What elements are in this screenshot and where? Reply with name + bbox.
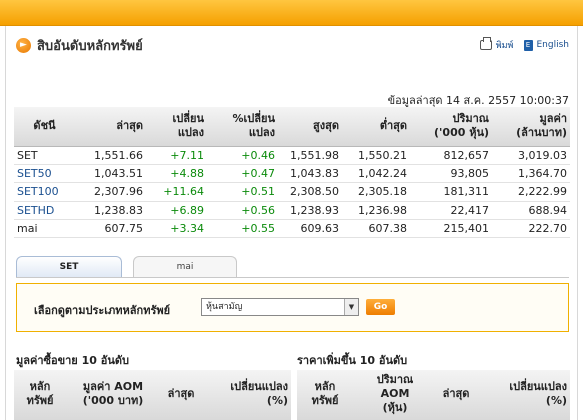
col-header-aom-value: มูลค่า AOM ('000 บาท) xyxy=(82,380,144,407)
security-type-filter: เลือกดูตามประเภทหลักทรัพย์ หุ้นสามัญ ▼ G… xyxy=(16,283,569,332)
cell-low: 2,305.18 xyxy=(342,182,410,202)
cell-pct-change: +0.46 xyxy=(207,146,278,165)
col-header-change-pct: เปลี่ยนแปลง (%) xyxy=(230,380,288,407)
security-type-select[interactable]: หุ้นสามัญ ▼ xyxy=(201,298,359,316)
col-header-index: ดัชนี xyxy=(14,107,75,147)
cell-low: 1,042.24 xyxy=(342,164,410,184)
tab-mai[interactable]: mai xyxy=(133,256,237,278)
cell-pct-change: +0.47 xyxy=(207,164,278,184)
col-header-value: มูลค่า (ล้านบาท) xyxy=(492,107,570,147)
index-table-header: ดัชนี ล่าสุด เปลี่ยน แปลง %เปลี่ยน แปลง สู… xyxy=(14,107,570,147)
english-book-icon[interactable]: E xyxy=(523,39,533,51)
cell-last: 2,307.96 xyxy=(75,182,146,202)
cell-last: 1,043.51 xyxy=(75,164,146,184)
cell-high: 1,043.83 xyxy=(278,164,342,184)
table-row: mai 607.75 +3.34 +0.55 609.63 607.38 215… xyxy=(14,219,570,239)
top-value-table-header: หลัก ทรัพย์ มูลค่า AOM ('000 บาท) ล่าสุด เ… xyxy=(14,370,291,420)
col-header-aom-volume: ปริมาณ AOM (หุ้น) xyxy=(376,373,414,414)
top-gainers-table-header: หลัก ทรัพย์ ปริมาณ AOM (หุ้น) ล่าสุด เปลี่ย… xyxy=(297,370,570,420)
cell-value: 222.70 xyxy=(492,219,570,239)
cell-change: +3.34 xyxy=(146,219,207,239)
cell-volume: 215,401 xyxy=(410,219,492,239)
cell-change: +7.11 xyxy=(146,146,207,165)
col-header-pct-change: %เปลี่ยน แปลง xyxy=(207,107,278,147)
table-row: SETHD 1,238.83 +6.89 +0.56 1,238.93 1,23… xyxy=(14,201,570,221)
col-header-last: ล่าสุด xyxy=(167,387,195,400)
arrow-right-icon: ► xyxy=(16,37,31,53)
cell-high: 1,238.93 xyxy=(278,201,342,221)
print-link[interactable]: พิมพ์ xyxy=(496,38,514,52)
tab-divider xyxy=(16,277,569,278)
tab-set[interactable]: SET xyxy=(16,256,122,278)
cell-low: 607.38 xyxy=(342,219,410,239)
cell-change: +11.64 xyxy=(146,182,207,202)
cell-pct-change: +0.56 xyxy=(207,201,278,221)
table-row: SET50 1,043.51 +4.88 +0.47 1,043.83 1,04… xyxy=(14,164,570,184)
go-button[interactable]: Go xyxy=(366,299,395,315)
cell-value: 3,019.03 xyxy=(492,146,570,165)
cell-pct-change: +0.55 xyxy=(207,219,278,239)
index-name-link[interactable]: SET50 xyxy=(14,164,75,184)
col-header-change-pct: เปลี่ยนแปลง (%) xyxy=(509,380,567,407)
col-header-volume: ปริมาณ ('000 หุ้น) xyxy=(410,107,492,147)
col-header-security: หลัก ทรัพย์ xyxy=(311,380,339,407)
cell-high: 609.63 xyxy=(278,219,342,239)
cell-last: 1,238.83 xyxy=(75,201,146,221)
page-header: ► สิบอันดับหลักทรัพย์ xyxy=(16,34,143,56)
printer-icon[interactable] xyxy=(479,37,492,50)
cell-value: 688.94 xyxy=(492,201,570,221)
page-tools: พิมพ์ E English xyxy=(479,37,570,52)
cell-volume: 812,657 xyxy=(410,146,492,165)
col-header-last: ล่าสุด xyxy=(442,387,470,400)
cell-last: 1,551.66 xyxy=(75,146,146,165)
index-name: SET xyxy=(14,146,75,165)
chevron-down-icon[interactable]: ▼ xyxy=(344,299,358,315)
cell-change: +6.89 xyxy=(146,201,207,221)
index-name: mai xyxy=(14,219,75,239)
top-value-title: มูลค่าซื้อขาย 10 อันดับ xyxy=(16,354,129,367)
cell-low: 1,236.98 xyxy=(342,201,410,221)
index-name-link[interactable]: SETHD xyxy=(14,201,75,221)
table-row: SET 1,551.66 +7.11 +0.46 1,551.98 1,550.… xyxy=(14,146,570,165)
cell-volume: 93,805 xyxy=(410,164,492,184)
cell-value: 1,364.70 xyxy=(492,164,570,184)
selected-security-type: หุ้นสามัญ xyxy=(206,302,243,312)
cell-change: +4.88 xyxy=(146,164,207,184)
top-gainers-title: ราคาเพิ่มขึ้น 10 อันดับ xyxy=(297,354,408,367)
table-row: SET100 2,307.96 +11.64 +0.51 2,308.50 2,… xyxy=(14,182,570,202)
col-header-low: ต่ำสุด xyxy=(342,107,410,147)
cell-high: 1,551.98 xyxy=(278,146,342,165)
cell-low: 1,550.21 xyxy=(342,146,410,165)
cell-volume: 181,311 xyxy=(410,182,492,202)
filter-label: เลือกดูตามประเภทหลักทรัพย์ xyxy=(34,304,171,317)
page-title: สิบอันดับหลักทรัพย์ xyxy=(37,38,143,54)
cell-value: 2,222.99 xyxy=(492,182,570,202)
col-header-high: สูงสุด xyxy=(278,107,342,147)
cell-high: 2,308.50 xyxy=(278,182,342,202)
index-table: ดัชนี ล่าสุด เปลี่ยน แปลง %เปลี่ยน แปลง สู… xyxy=(14,107,570,239)
top-banner-bar xyxy=(0,0,583,26)
cell-pct-change: +0.51 xyxy=(207,182,278,202)
english-link[interactable]: English xyxy=(537,40,570,50)
col-header-change: เปลี่ยน แปลง xyxy=(146,107,207,147)
col-header-last: ล่าสุด xyxy=(75,107,146,147)
col-header-security: หลัก ทรัพย์ xyxy=(26,380,54,407)
index-name-link[interactable]: SET100 xyxy=(14,182,75,202)
cell-volume: 22,417 xyxy=(410,201,492,221)
cell-last: 607.75 xyxy=(75,219,146,239)
